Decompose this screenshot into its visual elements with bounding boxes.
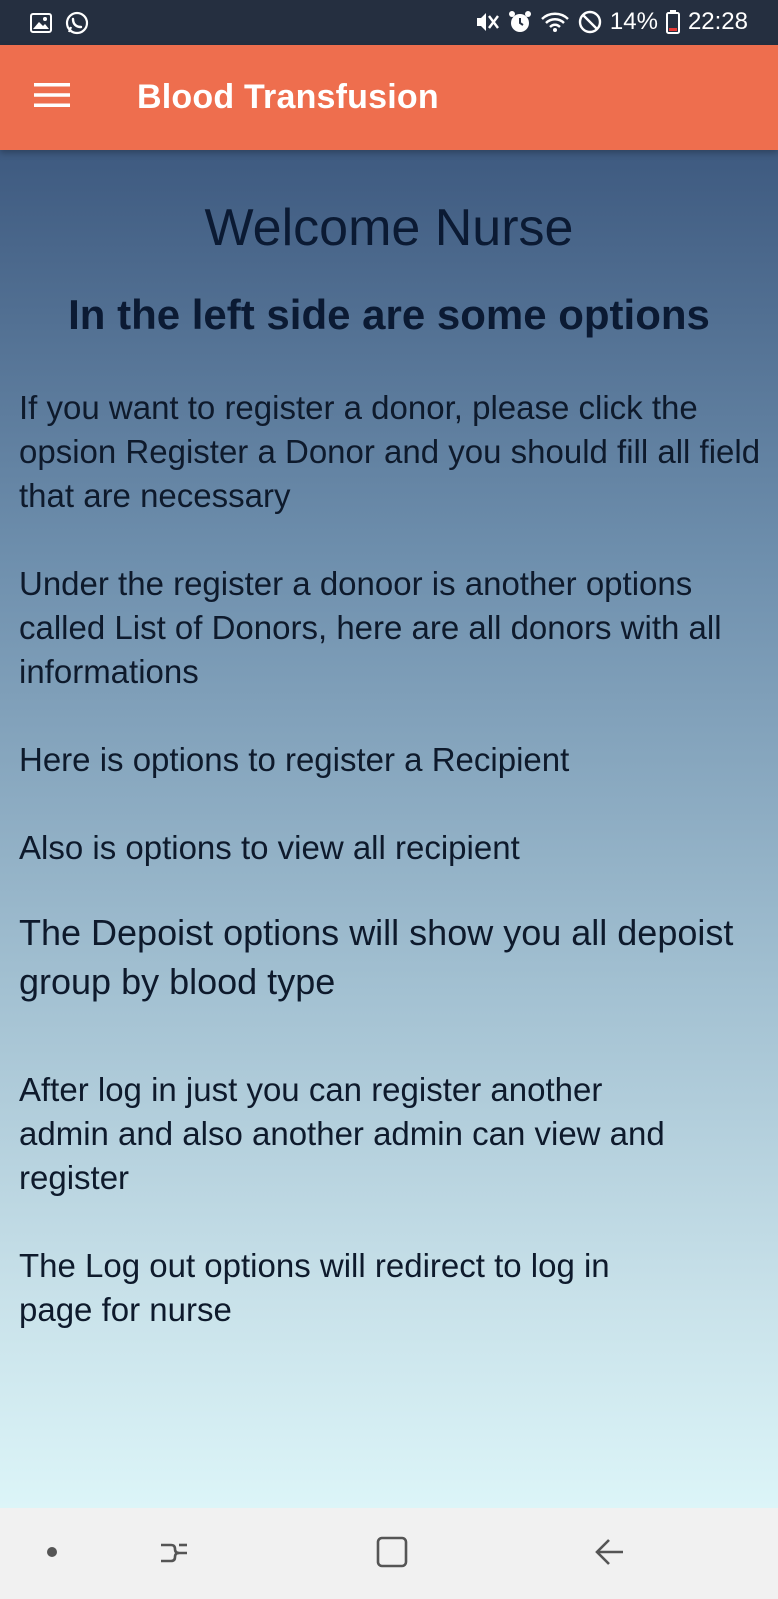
register-donor-paragraph: If you want to register a donor, please … (19, 389, 761, 514)
recent-apps-button[interactable] (152, 1532, 196, 1576)
status-bar: 14% 22:28 (0, 0, 778, 45)
logout-paragraph: The Log out options will redirect to log… (19, 1247, 610, 1328)
status-right: 14% 22:28 (474, 8, 748, 36)
app-title: Blood Transfusion (137, 78, 439, 116)
options-subtitle: In the left side are some options (68, 291, 710, 338)
do-not-disturb-icon (578, 10, 602, 34)
status-left (30, 10, 90, 36)
home-button[interactable] (370, 1532, 414, 1576)
hamburger-menu-icon (34, 82, 70, 113)
list-donors-paragraph: Under the register a donoor is another o… (19, 565, 722, 690)
whatsapp-icon (64, 10, 90, 36)
clock-time: 22:28 (687, 8, 748, 35)
app-bar: Blood Transfusion (0, 45, 778, 150)
welcome-title: Welcome Nurse (204, 199, 574, 257)
main-content: Welcome Nurse In the left side are some … (0, 150, 778, 1508)
menu-button[interactable] (26, 75, 78, 119)
app-screen: 14% 22:28 Blood Transfusion Welcome Nurs… (0, 0, 778, 1599)
battery-icon (665, 10, 680, 34)
dot-icon (46, 1545, 58, 1563)
wifi-icon (540, 10, 570, 34)
battery-percent: 14% (609, 8, 658, 35)
recent-apps-icon (157, 1535, 191, 1574)
alarm-icon (508, 10, 532, 34)
navigation-bar (0, 1508, 778, 1599)
nav-dot-button[interactable] (30, 1532, 74, 1576)
home-icon (375, 1535, 409, 1574)
register-recipient-paragraph: Here is options to register a Recipient (19, 741, 570, 778)
mute-vibrate-icon (474, 10, 500, 34)
back-icon (593, 1535, 627, 1574)
back-button[interactable] (588, 1532, 632, 1576)
admin-paragraph: After log in just you can register anoth… (19, 1071, 665, 1196)
gallery-icon (30, 13, 52, 33)
depoist-paragraph: The Depoist options will show you all de… (19, 912, 734, 1002)
view-recipient-paragraph: Also is options to view all recipient (19, 829, 520, 866)
